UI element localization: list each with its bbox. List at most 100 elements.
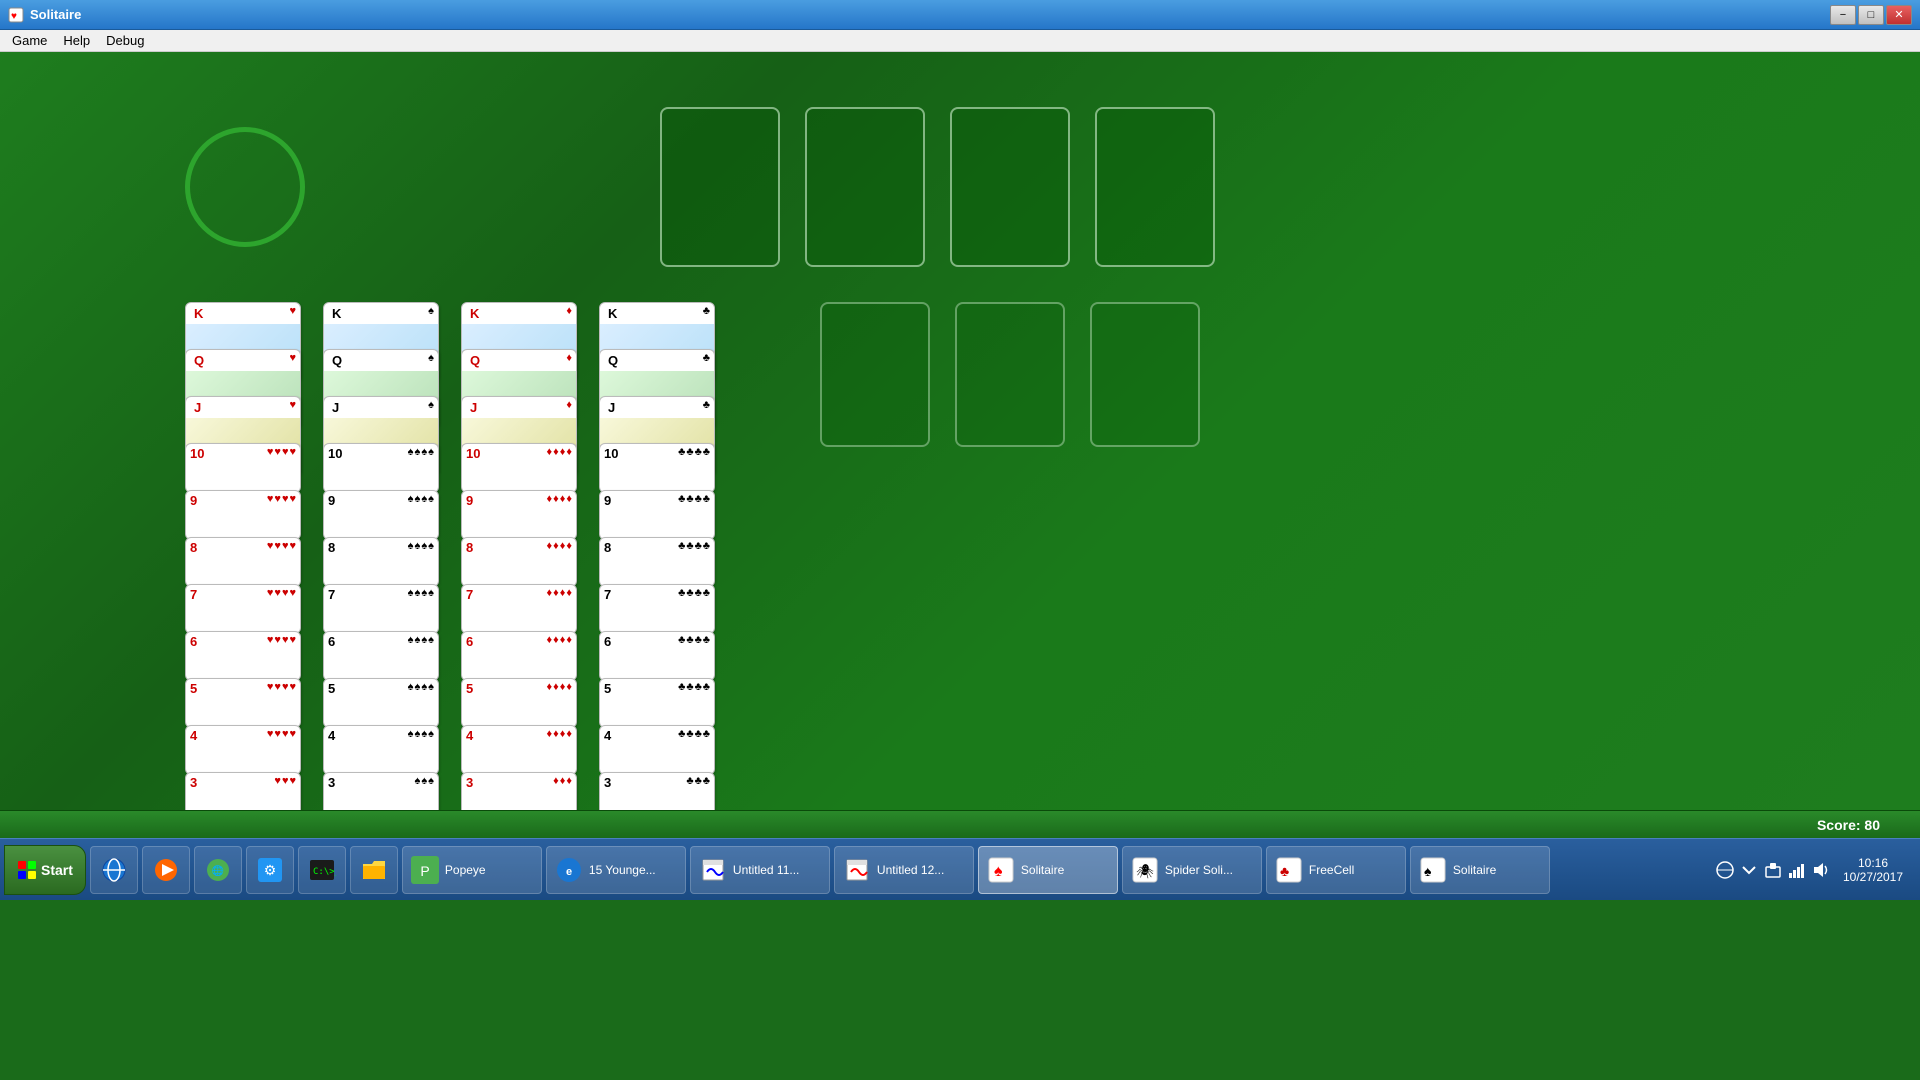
card-col4-7[interactable]: 7 ♣♣♣♣: [599, 584, 715, 634]
card-col1-5[interactable]: 5 ♥♥♥♥: [185, 678, 301, 728]
card-col1-4[interactable]: 4 ♥♥♥♥: [185, 725, 301, 775]
svg-text:P: P: [420, 863, 429, 879]
column-4[interactable]: K ♣ Q ♣ J ♣: [599, 302, 719, 810]
card-col1-3[interactable]: 3 ♥♥♥: [185, 772, 301, 810]
taskbar-app-freecell[interactable]: ♣ FreeCell: [1266, 846, 1406, 894]
minimize-button[interactable]: −: [1830, 5, 1856, 25]
card-col1-9[interactable]: 9 ♥♥♥♥: [185, 490, 301, 540]
taskbar-app-ie-label: 15 Younge...: [589, 863, 656, 877]
taskbar-app-untitled1-label: Untitled 11...: [733, 863, 799, 877]
taskbar-app-popeye[interactable]: P Popeye: [402, 846, 542, 894]
freecell-app-icon: ♣: [1275, 856, 1303, 884]
card-col4-8[interactable]: 8 ♣♣♣♣: [599, 537, 715, 587]
taskbar-wmp-icon[interactable]: [142, 846, 190, 894]
clock-time: 10:16: [1858, 856, 1888, 870]
tray-area: 10:16 10/27/2017: [1716, 856, 1916, 884]
taskbar-folder-icon[interactable]: [350, 846, 398, 894]
taskbar-app-ie[interactable]: e 15 Younge...: [546, 846, 686, 894]
taskbar-ie-icon[interactable]: [90, 846, 138, 894]
title-bar-left: ♥ Solitaire: [8, 7, 81, 23]
menu-debug[interactable]: Debug: [98, 31, 152, 50]
taskbar-settings-icon[interactable]: ⚙: [246, 846, 294, 894]
power-icon: [1764, 861, 1782, 879]
card-col4-6[interactable]: 6 ♣♣♣♣: [599, 631, 715, 681]
taskbar-app-spider[interactable]: 🕷 Spider Soli...: [1122, 846, 1262, 894]
taskbar-terminal-icon[interactable]: C:\>_: [298, 846, 346, 894]
card-col3-3[interactable]: 3 ♦♦♦: [461, 772, 577, 810]
menu-help[interactable]: Help: [55, 31, 98, 50]
card-col2-8[interactable]: 8 ♠♠♠♠: [323, 537, 439, 587]
card-col2-10[interactable]: 10 ♠♠♠♠: [323, 443, 439, 493]
card-col3-9[interactable]: 9 ♦♦♦♦: [461, 490, 577, 540]
settings-icon: ⚙: [256, 856, 284, 884]
paint-app-icon-2: [843, 856, 871, 884]
card-col4-3[interactable]: 3 ♣♣♣: [599, 772, 715, 810]
deco-circle: [185, 127, 305, 247]
card-columns: K ♥ Q ♥ J ♥: [185, 302, 719, 810]
spider-app-icon: 🕷: [1131, 856, 1159, 884]
start-button[interactable]: Start: [4, 845, 86, 895]
card-col2-4[interactable]: 4 ♠♠♠♠: [323, 725, 439, 775]
card-col3-4[interactable]: 4 ♦♦♦♦: [461, 725, 577, 775]
score-display: Score: 80: [1817, 817, 1880, 833]
card-col4-5[interactable]: 5 ♣♣♣♣: [599, 678, 715, 728]
close-button[interactable]: ✕: [1886, 5, 1912, 25]
column-3[interactable]: K ♦ Q ♦ J ♦: [461, 302, 581, 810]
window-title: Solitaire: [30, 7, 81, 22]
foundation-pile-4[interactable]: [1095, 107, 1215, 267]
card-col1-7[interactable]: 7 ♥♥♥♥: [185, 584, 301, 634]
card-col4-10[interactable]: 10 ♣♣♣♣: [599, 443, 715, 493]
title-bar: ♥ Solitaire − □ ✕: [0, 0, 1920, 30]
card-col4-9[interactable]: 9 ♣♣♣♣: [599, 490, 715, 540]
taskbar-app-solitaire2[interactable]: ♠ Solitaire: [1410, 846, 1550, 894]
card-col2-6[interactable]: 6 ♠♠♠♠: [323, 631, 439, 681]
taskbar-app-solitaire[interactable]: ♠ Solitaire: [978, 846, 1118, 894]
folder-icon: [360, 856, 388, 884]
foundation-pile-2[interactable]: [805, 107, 925, 267]
clock-date: 10/27/2017: [1843, 870, 1903, 884]
foundation-pile-1[interactable]: [660, 107, 780, 267]
svg-text:♠: ♠: [1424, 863, 1432, 879]
maximize-button[interactable]: □: [1858, 5, 1884, 25]
foundation-pile-mid-2[interactable]: [955, 302, 1065, 447]
terminal-icon: C:\>_: [308, 856, 336, 884]
wmp-icon: [152, 856, 180, 884]
foundation-pile-mid-1[interactable]: [820, 302, 930, 447]
card-col2-3[interactable]: 3 ♠♠♠: [323, 772, 439, 810]
windows-logo-icon: [17, 860, 37, 880]
column-2[interactable]: K ♠ Q ♠ J ♠: [323, 302, 443, 810]
column-1[interactable]: K ♥ Q ♥ J ♥: [185, 302, 305, 810]
foundation-pile-mid-3[interactable]: [1090, 302, 1200, 447]
foundations-mid: [820, 302, 1200, 447]
menu-bar: Game Help Debug: [0, 30, 1920, 52]
paint-app-icon-1: [699, 856, 727, 884]
ie-app-icon: e: [555, 856, 583, 884]
foundations-top: [660, 107, 1215, 267]
card-col1-8[interactable]: 8 ♥♥♥♥: [185, 537, 301, 587]
card-col3-8[interactable]: 8 ♦♦♦♦: [461, 537, 577, 587]
score-bar: Score: 80: [0, 810, 1920, 838]
start-label: Start: [41, 862, 73, 878]
card-col1-10[interactable]: 10 ♥♥♥♥: [185, 443, 301, 493]
card-col2-5[interactable]: 5 ♠♠♠♠: [323, 678, 439, 728]
taskbar-network-icon[interactable]: 🌐: [194, 846, 242, 894]
svg-text:♣: ♣: [1280, 863, 1289, 879]
menu-game[interactable]: Game: [4, 31, 55, 50]
card-col3-6[interactable]: 6 ♦♦♦♦: [461, 631, 577, 681]
card-col3-7[interactable]: 7 ♦♦♦♦: [461, 584, 577, 634]
card-col3-10[interactable]: 10 ♦♦♦♦: [461, 443, 577, 493]
title-bar-controls: − □ ✕: [1830, 5, 1912, 25]
card-col1-6[interactable]: 6 ♥♥♥♥: [185, 631, 301, 681]
taskbar-app-untitled1[interactable]: Untitled 11...: [690, 846, 830, 894]
card-col2-7[interactable]: 7 ♠♠♠♠: [323, 584, 439, 634]
popeye-app-icon: P: [411, 856, 439, 884]
signal-icon: [1788, 861, 1806, 879]
card-col3-5[interactable]: 5 ♦♦♦♦: [461, 678, 577, 728]
taskbar-app-untitled2[interactable]: Untitled 12...: [834, 846, 974, 894]
network-icon: 🌐: [204, 856, 232, 884]
card-col4-4[interactable]: 4 ♣♣♣♣: [599, 725, 715, 775]
card-col2-9[interactable]: 9 ♠♠♠♠: [323, 490, 439, 540]
game-area: K ♥ Q ♥ J ♥: [0, 52, 1920, 810]
volume-icon: [1812, 861, 1830, 879]
foundation-pile-3[interactable]: [950, 107, 1070, 267]
